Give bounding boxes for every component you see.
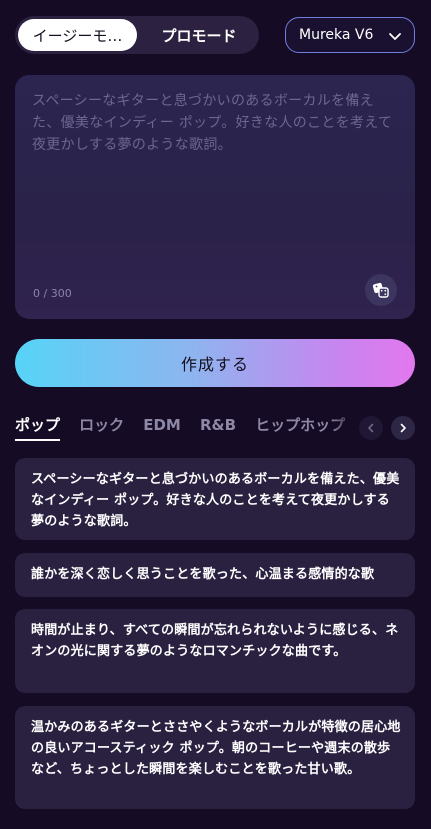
dice-icon (372, 282, 389, 298)
music-create-screen: イージーモ… プロモード Mureka V6 スペーシーなギターと息づかいのある… (0, 0, 431, 829)
suggestion-card[interactable]: スペーシーなギターと息づかいのあるボーカルを備えた、優美なインディー ポップ。好… (15, 458, 415, 540)
chevron-right-icon (400, 423, 406, 433)
suggestion-text: 誰かを深く恋しく思うことを歌った、心温まる感情的な歌 (31, 567, 375, 582)
tabs-fade-overlay (330, 410, 360, 444)
create-button[interactable]: 作成する (15, 339, 415, 387)
model-select[interactable]: Mureka V6 (285, 17, 415, 53)
mode-toggle: イージーモ… プロモード (15, 16, 259, 54)
tabs-next-button[interactable] (391, 416, 415, 440)
char-count: 0 / 300 (33, 287, 72, 300)
suggestion-card[interactable]: 温かみのあるギターとささやくようなボーカルが特徴の居心地の良いアコースティック … (15, 706, 415, 809)
tab-edm[interactable]: EDM (143, 416, 181, 440)
chevron-left-icon (368, 423, 374, 433)
suggestion-text: スペーシーなギターと息づかいのあるボーカルを備えた、優美なインディー ポップ。好… (31, 472, 400, 529)
genre-tabs: ポップ ロック EDM R&B ヒップホップ (15, 414, 355, 444)
suggestion-text: 時間が止まり、すべての瞬間が忘れられないように感じる、ネオンの光に関する夢のよう… (31, 623, 399, 659)
tab-pop[interactable]: ポップ (15, 414, 61, 441)
chevron-down-icon (389, 33, 401, 40)
random-prompt-button[interactable] (365, 274, 397, 306)
model-select-value: Mureka V6 (299, 27, 374, 43)
pro-mode-button[interactable]: プロモード (143, 19, 255, 51)
suggestion-text: 温かみのあるギターとささやくようなボーカルが特徴の居心地の良いアコースティック … (31, 720, 401, 777)
prompt-input[interactable]: スペーシーなギターと息づかいのあるボーカルを備えた、優美なインディー ポップ。好… (15, 75, 415, 319)
tab-rnb[interactable]: R&B (200, 416, 236, 440)
easy-mode-button[interactable]: イージーモ… (18, 19, 137, 51)
prompt-placeholder: スペーシーなギターと息づかいのあるボーカルを備えた、優美なインディー ポップ。好… (32, 93, 393, 153)
suggestion-card[interactable]: 時間が止まり、すべての瞬間が忘れられないように感じる、ネオンの光に関する夢のよう… (15, 609, 415, 693)
tab-rock[interactable]: ロック (79, 414, 124, 441)
suggestion-card[interactable]: 誰かを深く恋しく思うことを歌った、心温まる感情的な歌 (15, 553, 415, 597)
tabs-prev-button[interactable] (359, 416, 383, 440)
